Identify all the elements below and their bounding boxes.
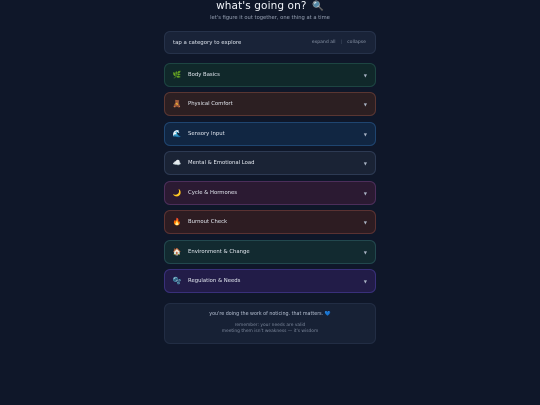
page-title: what's going on? 🔍 — [0, 0, 540, 12]
wave-icon: 🌊 — [172, 129, 182, 138]
category-label: Sensory Input — [188, 131, 225, 137]
magnifier-icon: 🔍 — [311, 1, 324, 12]
category-sensory-input[interactable]: 🌊 Sensory Input ▼ — [164, 122, 376, 146]
chevron-down-icon: ▼ — [363, 190, 367, 196]
reminder-text: remember: your needs are valid meeting t… — [165, 323, 375, 336]
blue-heart-icon: 💙 — [324, 312, 331, 317]
category-label: Physical Comfort — [188, 101, 233, 107]
explore-actions: expand all | collapse — [312, 40, 366, 45]
chevron-down-icon: ▼ — [363, 160, 367, 166]
category-physical-comfort[interactable]: 🧸 Physical Comfort ▼ — [164, 92, 376, 116]
category-regulation-needs[interactable]: 🫧 Regulation & Needs ▼ — [164, 269, 376, 293]
page-title-text: what's going on? — [216, 0, 307, 12]
herb-icon: 🌿 — [172, 70, 182, 79]
category-label: Environment & Change — [188, 249, 250, 255]
category-label: Cycle & Hormones — [188, 190, 238, 196]
category-burnout-check[interactable]: 🔥 Burnout Check ▼ — [164, 210, 376, 234]
chevron-down-icon: ▼ — [363, 101, 367, 107]
category-mental-emotional-load[interactable]: ☁️ Mental & Emotional Load ▼ — [164, 151, 376, 175]
encouragement-message: you're doing the work of noticing. that … — [165, 312, 375, 317]
category-label: Regulation & Needs — [188, 278, 241, 284]
chevron-down-icon: ▼ — [363, 72, 367, 78]
crescent-moon-icon: 🌙 — [172, 188, 182, 197]
collapse-button[interactable]: collapse — [347, 40, 366, 45]
category-body-basics[interactable]: 🌿 Body Basics ▼ — [164, 63, 376, 87]
page-subtitle: let's figure it out together, one thing … — [210, 15, 330, 21]
page: what's going on? 🔍 let's figure it out t… — [0, 0, 540, 405]
chevron-down-icon: ▼ — [363, 249, 367, 255]
encouragement-card: you're doing the work of noticing. that … — [164, 303, 376, 344]
teddy-bear-icon: 🧸 — [172, 99, 182, 108]
cloud-icon: ☁️ — [172, 158, 182, 167]
fire-icon: 🔥 — [172, 217, 182, 226]
category-label: Body Basics — [188, 72, 220, 78]
bubbles-icon: 🫧 — [172, 276, 182, 285]
chevron-down-icon: ▼ — [363, 131, 367, 137]
explore-bar: tap a category to explore expand all | c… — [164, 31, 376, 54]
chevron-down-icon: ▼ — [363, 278, 367, 284]
actions-separator: | — [340, 40, 343, 45]
expand-all-button[interactable]: expand all — [312, 40, 336, 45]
category-environment-change[interactable]: 🏠 Environment & Change ▼ — [164, 240, 376, 264]
category-label: Burnout Check — [188, 219, 228, 225]
category-cycle-hormones[interactable]: 🌙 Cycle & Hormones ▼ — [164, 181, 376, 205]
chevron-down-icon: ▼ — [363, 219, 367, 225]
encouragement-text: you're doing the work of noticing. that … — [209, 312, 324, 317]
category-label: Mental & Emotional Load — [188, 160, 255, 166]
reminder-line-2: meeting them isn't weakness — it's wisdo… — [221, 329, 319, 335]
explore-label: tap a category to explore — [173, 39, 242, 46]
house-icon: 🏠 — [172, 247, 182, 256]
